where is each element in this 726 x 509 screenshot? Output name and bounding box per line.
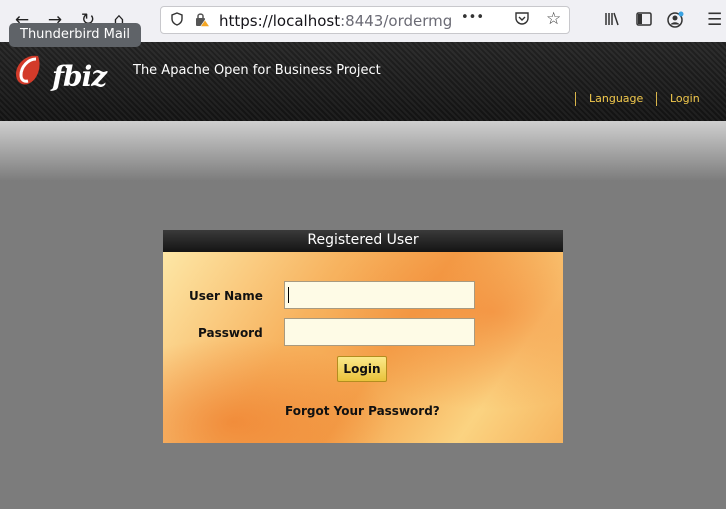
login-panel: Registered User User Name Password Login… xyxy=(163,230,563,443)
text-cursor xyxy=(288,287,289,303)
url-text: https://localhost:8443/ordermgr/cont xyxy=(219,12,451,30)
menu-icon[interactable]: ☰ xyxy=(707,10,722,30)
tooltip: Thunderbird Mail xyxy=(9,23,142,47)
pocket-icon[interactable] xyxy=(514,10,530,30)
login-button[interactable]: Login xyxy=(337,356,387,382)
password-input[interactable] xyxy=(284,318,475,346)
forgot-password-link[interactable]: Forgot Your Password? xyxy=(285,404,440,418)
library-icon[interactable] xyxy=(603,10,621,33)
insecure-lock-icon[interactable] xyxy=(194,12,211,31)
header-shadow-band xyxy=(0,121,726,181)
header-login-link[interactable]: Login xyxy=(656,92,700,106)
language-link[interactable]: Language xyxy=(575,92,643,106)
site-tagline: The Apache Open for Business Project xyxy=(133,63,381,78)
url-bar[interactable]: https://localhost:8443/ordermgr/cont •••… xyxy=(160,6,570,34)
account-icon[interactable] xyxy=(666,10,686,35)
username-input[interactable] xyxy=(284,281,475,309)
site-header: fbiz The Apache Open for Business Projec… xyxy=(0,42,726,121)
login-panel-title: Registered User xyxy=(163,230,563,252)
username-label: User Name xyxy=(189,289,263,303)
url-path: :8443/ordermgr/cont xyxy=(340,12,451,30)
url-host: https://localhost xyxy=(219,12,341,30)
logo-text: fbiz xyxy=(52,60,107,93)
bookmark-star-icon[interactable]: ☆ xyxy=(546,9,561,29)
login-form: User Name Password Login Forgot Your Pas… xyxy=(163,252,563,443)
page-actions-icon[interactable]: ••• xyxy=(461,10,484,25)
sidebar-icon[interactable] xyxy=(635,10,653,33)
shield-icon[interactable] xyxy=(170,12,184,30)
password-label: Password xyxy=(198,326,263,340)
